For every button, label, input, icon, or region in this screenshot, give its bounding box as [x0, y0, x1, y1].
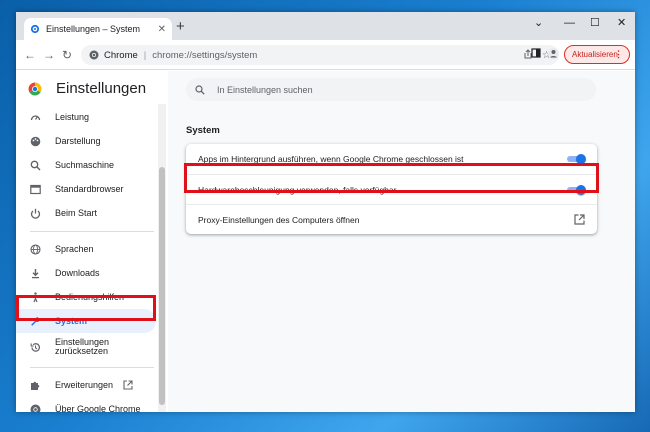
profile-avatar-icon[interactable]: [548, 48, 559, 59]
side-panel-icon[interactable]: [531, 48, 541, 58]
chrome-logo-icon: [89, 50, 99, 60]
sidebar-divider: [30, 231, 154, 232]
gear-icon: [30, 24, 40, 34]
site-name: Chrome: [104, 49, 138, 61]
search-icon: [30, 160, 41, 171]
puzzle-icon: [30, 380, 41, 391]
chrome-logo-icon: [30, 404, 41, 412]
sidebar-item-label: Beim Start: [55, 208, 98, 218]
separator: |: [143, 49, 147, 61]
title-bar: Einstellungen – System ✕ + ⌄ — ☐ ✕: [16, 12, 635, 40]
forward-button[interactable]: →: [43, 48, 55, 62]
sidebar-item-label: Downloads: [55, 268, 100, 278]
reload-button[interactable]: ↻: [62, 48, 72, 62]
menu-dots-icon[interactable]: ⋮: [614, 49, 623, 60]
main-content: System Apps im Hintergrund ausführen, we…: [168, 71, 635, 412]
highlight-box-hardware-acceleration: [184, 163, 599, 193]
sidebar-item-darstellung[interactable]: Darstellung: [16, 129, 156, 153]
sidebar-item-label: Darstellung: [55, 136, 101, 146]
sidebar: Einstellungen Leistung Darstellung Suchm…: [16, 71, 168, 412]
sidebar-header: Einstellungen: [28, 80, 146, 97]
sidebar-item-label: Sprachen: [55, 244, 94, 254]
power-icon: [30, 208, 41, 219]
sidebar-item-ueber-chrome[interactable]: Über Google Chrome: [16, 397, 156, 412]
sidebar-divider: [30, 367, 154, 368]
external-link-icon: [123, 380, 133, 390]
toolbar: ← → ↻ Chrome | chrome://settings/system …: [16, 40, 635, 70]
update-button[interactable]: Aktualisieren ⋮: [564, 45, 630, 64]
settings-search[interactable]: [186, 78, 596, 101]
browser-icon: [30, 184, 41, 195]
external-link-icon[interactable]: [574, 214, 585, 225]
speedometer-icon: [30, 112, 41, 123]
update-label: Aktualisieren: [572, 50, 618, 59]
sidebar-item-erweiterungen[interactable]: Erweiterungen: [16, 373, 156, 397]
section-title: System: [186, 125, 220, 136]
row-label: Proxy-Einstellungen des Computers öffnen: [198, 214, 360, 225]
highlight-box-system: [16, 295, 156, 321]
address-bar[interactable]: Chrome | chrome://settings/system ☆: [81, 45, 559, 65]
tab-close-icon[interactable]: ✕: [158, 24, 166, 35]
sidebar-item-suchmaschine[interactable]: Suchmaschine: [16, 153, 156, 177]
sidebar-item-downloads[interactable]: Downloads: [16, 261, 156, 285]
back-button[interactable]: ←: [24, 48, 36, 62]
close-window-button[interactable]: ✕: [617, 16, 626, 30]
tab-settings-system[interactable]: Einstellungen – System ✕: [24, 18, 172, 40]
palette-icon: [30, 136, 41, 147]
sidebar-item-label: Standardbrowser: [55, 184, 124, 194]
search-icon: [195, 84, 205, 95]
chrome-logo-icon: [28, 82, 42, 95]
sidebar-item-label: Über Google Chrome: [55, 404, 141, 412]
sidebar-item-leistung[interactable]: Leistung: [16, 105, 156, 129]
settings-title: Einstellungen: [56, 80, 147, 97]
minimize-button[interactable]: —: [564, 16, 575, 30]
maximize-button[interactable]: ☐: [590, 16, 600, 30]
url-text: chrome://settings/system: [152, 49, 258, 61]
sidebar-item-label: Einstellungen zurücksetzen: [55, 337, 110, 356]
sidebar-item-label: Leistung: [55, 112, 90, 122]
new-tab-button[interactable]: +: [176, 19, 185, 35]
globe-icon: [30, 243, 41, 255]
tab-title: Einstellungen – System: [46, 24, 141, 34]
sidebar-item-sprachen[interactable]: Sprachen: [16, 237, 156, 261]
search-input[interactable]: [217, 84, 577, 95]
sidebar-item-label: Suchmaschine: [55, 160, 115, 170]
sidebar-item-beim-start[interactable]: Beim Start: [16, 201, 156, 225]
reset-icon: [30, 342, 41, 353]
tab-search-icon[interactable]: ⌄: [534, 16, 543, 30]
browser-window: Einstellungen – System ✕ + ⌄ — ☐ ✕ ← → ↻…: [16, 12, 635, 412]
download-icon: [30, 268, 41, 279]
sidebar-item-standardbrowser[interactable]: Standardbrowser: [16, 177, 156, 201]
sidebar-scrollbar-thumb[interactable]: [159, 167, 165, 405]
row-proxy-settings[interactable]: Proxy-Einstellungen des Computers öffnen: [186, 204, 597, 234]
sidebar-item-label: Erweiterungen: [55, 380, 114, 390]
sidebar-item-zuruecksetzen[interactable]: Einstellungen zurücksetzen: [16, 333, 156, 361]
